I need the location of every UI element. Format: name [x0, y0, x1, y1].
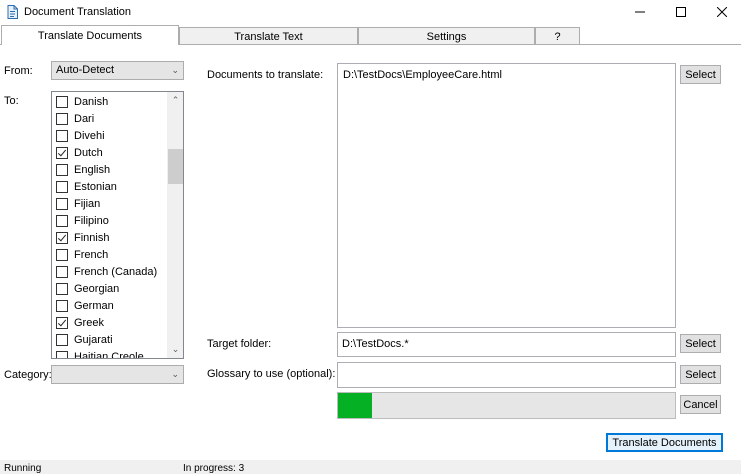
language-checkbox[interactable]: [56, 299, 68, 312]
glossary-field[interactable]: [337, 362, 676, 388]
language-item[interactable]: Greek: [52, 314, 166, 331]
close-button[interactable]: [702, 0, 741, 24]
language-label: Dari: [74, 112, 95, 125]
tab-help[interactable]: ?: [535, 27, 580, 45]
from-language-select[interactable]: Auto-Detect ⌄: [51, 61, 184, 80]
language-list-scrollbar[interactable]: ⌃ ⌄: [167, 92, 183, 358]
language-item[interactable]: Finnish: [52, 229, 166, 246]
translate-documents-button[interactable]: Translate Documents: [606, 433, 723, 452]
documents-label: Documents to translate:: [207, 69, 324, 81]
language-checkbox[interactable]: [56, 231, 68, 244]
language-item[interactable]: Filipino: [52, 212, 166, 229]
language-item[interactable]: Dutch: [52, 144, 166, 161]
select-target-folder-button[interactable]: Select: [680, 334, 721, 353]
language-label: Estonian: [74, 180, 117, 193]
language-items: Danish Dari Divehi Dutch English Estonian Fiji…: [52, 93, 166, 359]
cancel-button[interactable]: Cancel: [680, 395, 721, 414]
window-title: Document Translation: [24, 6, 131, 18]
language-item[interactable]: Divehi: [52, 127, 166, 144]
language-item[interactable]: Dari: [52, 110, 166, 127]
progress-status-text: In progress: 3: [183, 463, 245, 474]
chevron-down-icon: ⌄: [171, 65, 179, 75]
scroll-up-icon[interactable]: ⌃: [167, 92, 183, 109]
language-label: Fijian: [74, 197, 101, 210]
language-checkbox[interactable]: [56, 163, 68, 176]
tab-settings[interactable]: Settings: [358, 27, 535, 45]
language-label: English: [74, 163, 111, 176]
language-checkbox[interactable]: [56, 350, 68, 358]
language-checkbox[interactable]: [56, 197, 68, 210]
language-checkbox[interactable]: [56, 282, 68, 295]
language-label: French: [74, 248, 109, 261]
language-item[interactable]: Georgian: [52, 280, 166, 297]
language-checkbox[interactable]: [56, 112, 68, 125]
language-label: Gujarati: [74, 333, 113, 346]
scroll-down-icon[interactable]: ⌄: [167, 341, 183, 358]
maximize-button[interactable]: [661, 0, 701, 24]
language-label: Haitian Creole: [74, 350, 144, 359]
documents-list[interactable]: D:\TestDocs\EmployeeCare.html: [337, 63, 676, 328]
language-item[interactable]: Haitian Creole: [52, 348, 166, 359]
language-label: Finnish: [74, 231, 110, 244]
minimize-icon: [635, 11, 645, 13]
language-label: Greek: [74, 316, 104, 329]
progress-fill: [338, 393, 372, 418]
minimize-button[interactable]: [620, 0, 660, 24]
language-item[interactable]: German: [52, 297, 166, 314]
status-bar: [0, 460, 741, 474]
language-checkbox[interactable]: [56, 265, 68, 278]
language-label: Dutch: [74, 146, 103, 159]
language-item[interactable]: English: [52, 161, 166, 178]
language-item[interactable]: Fijian: [52, 195, 166, 212]
target-folder-label: Target folder:: [207, 338, 272, 350]
scrollbar-thumb[interactable]: [168, 149, 183, 184]
maximize-icon: [676, 7, 686, 17]
language-label: Filipino: [74, 214, 109, 227]
chevron-down-icon: ⌄: [171, 369, 179, 379]
from-selected-value: Auto-Detect: [56, 64, 115, 76]
close-icon: [717, 7, 727, 17]
language-item[interactable]: French: [52, 246, 166, 263]
target-folder-field[interactable]: D:\TestDocs.*: [337, 332, 676, 357]
language-item[interactable]: Danish: [52, 93, 166, 110]
progress-bar: [337, 392, 676, 419]
select-documents-button[interactable]: Select: [680, 65, 721, 84]
select-glossary-button[interactable]: Select: [680, 365, 721, 384]
language-label: Danish: [74, 95, 109, 108]
language-checkbox[interactable]: [56, 316, 68, 329]
target-language-list[interactable]: Danish Dari Divehi Dutch English Estonian Fiji…: [51, 91, 184, 359]
language-checkbox[interactable]: [56, 180, 68, 193]
to-label: To:: [4, 95, 19, 107]
category-label: Category:: [4, 369, 52, 381]
tab-translate-text[interactable]: Translate Text: [179, 27, 358, 45]
language-checkbox[interactable]: [56, 214, 68, 227]
language-label: Georgian: [74, 282, 120, 295]
language-item[interactable]: Estonian: [52, 178, 166, 195]
language-checkbox[interactable]: [56, 95, 68, 108]
language-item[interactable]: French (Canada): [52, 263, 166, 280]
language-label: German: [74, 299, 114, 312]
from-label: From:: [4, 65, 33, 77]
language-label: Divehi: [74, 129, 105, 142]
language-checkbox[interactable]: [56, 248, 68, 261]
language-label: French (Canada): [74, 265, 158, 278]
category-select[interactable]: ⌄: [51, 365, 184, 384]
language-checkbox[interactable]: [56, 146, 68, 159]
document-path: D:\TestDocs\EmployeeCare.html: [343, 69, 502, 81]
target-folder-value: D:\TestDocs.*: [342, 338, 409, 350]
document-app-icon: [7, 5, 18, 19]
tab-translate-documents[interactable]: Translate Documents: [1, 25, 179, 45]
language-checkbox[interactable]: [56, 129, 68, 142]
language-item[interactable]: Gujarati: [52, 331, 166, 348]
language-checkbox[interactable]: [56, 333, 68, 346]
glossary-label: Glossary to use (optional):: [207, 368, 336, 380]
status-text: Running: [4, 463, 42, 474]
